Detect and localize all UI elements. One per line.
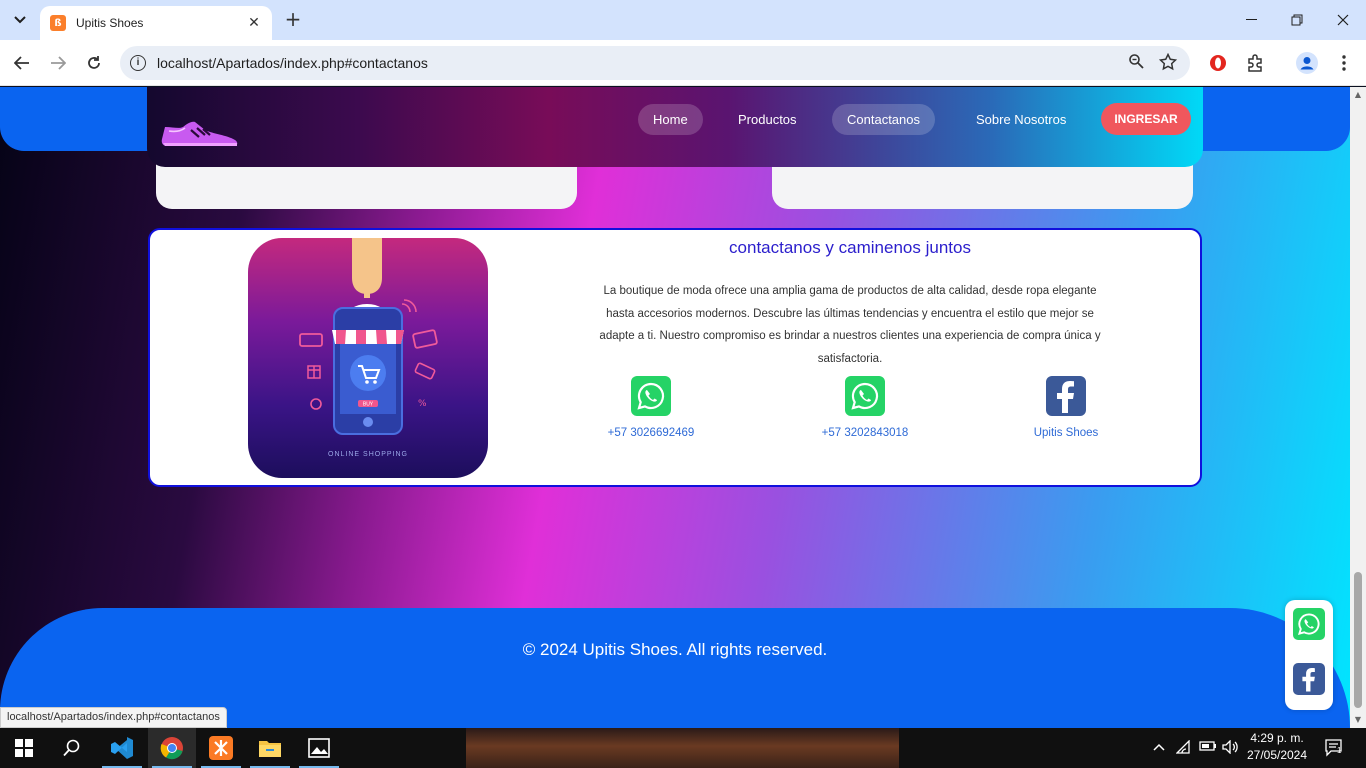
- contact-section: BUY % ONLINE SHOPPING contactanos y cami…: [148, 228, 1202, 487]
- whatsapp-float-icon[interactable]: [1293, 608, 1325, 640]
- restore-icon[interactable]: [1274, 0, 1320, 40]
- nav-productos[interactable]: Productos: [723, 104, 812, 135]
- network-icon[interactable]: [1175, 739, 1193, 756]
- file-explorer-icon[interactable]: [246, 728, 294, 768]
- search-icon[interactable]: [48, 728, 96, 768]
- notification-center-icon[interactable]: 1: [1325, 739, 1343, 757]
- url-text[interactable]: localhost/Apartados/index.php#contactano…: [157, 55, 428, 71]
- minimize-icon[interactable]: [1228, 0, 1274, 40]
- nav-contactanos[interactable]: Contactanos: [832, 104, 935, 135]
- contact-title: contactanos y caminenos juntos: [729, 238, 971, 257]
- image-buy-label: BUY: [363, 402, 374, 408]
- windows-start-icon[interactable]: [0, 728, 48, 768]
- battery-icon[interactable]: [1199, 740, 1217, 756]
- whatsapp-number-2[interactable]: +57 3202843018: [822, 427, 909, 439]
- tab-favicon: ß: [50, 15, 66, 31]
- facebook-float-icon[interactable]: [1293, 663, 1325, 695]
- nav-sobre-nosotros[interactable]: Sobre Nosotros: [961, 104, 1081, 135]
- floating-social-bar: [1285, 600, 1333, 710]
- chrome-icon[interactable]: [148, 728, 196, 768]
- windows-taskbar: 4:29 p. m. 27/05/2024 1: [0, 728, 1366, 768]
- ingresar-button[interactable]: INGRESAR: [1101, 103, 1191, 135]
- address-bar[interactable]: i localhost/Apartados/index.php#contacta…: [120, 46, 1190, 80]
- zoom-icon[interactable]: [1126, 53, 1146, 73]
- copyright-text: © 2024 Upitis Shoes. All rights reserved…: [522, 640, 828, 659]
- svg-text:%: %: [418, 399, 427, 409]
- reload-icon[interactable]: [81, 50, 107, 76]
- clock-date: 27/05/2024: [1246, 748, 1308, 762]
- whatsapp-number-1[interactable]: +57 3026692469: [608, 427, 695, 439]
- page-scrollbar[interactable]: ▲ ▼: [1350, 87, 1366, 728]
- contact-description: La boutique de moda ofrece una amplia ga…: [599, 285, 1101, 365]
- extensions-icon[interactable]: [1244, 52, 1266, 74]
- vscode-icon[interactable]: [98, 728, 146, 768]
- browser-tab[interactable]: ß Upitis Shoes ✕: [40, 6, 272, 40]
- taskbar-wallpaper-preview: [466, 728, 899, 768]
- close-icon[interactable]: ✕: [246, 15, 262, 31]
- status-bar-url: localhost/Apartados/index.php#contactano…: [0, 707, 227, 728]
- site-info-icon[interactable]: i: [130, 55, 146, 71]
- facebook-contact[interactable]: Upitis Shoes: [1001, 376, 1131, 440]
- scroll-up-icon[interactable]: ▲: [1350, 87, 1366, 103]
- whatsapp-contact-1[interactable]: +57 3026692469: [586, 376, 716, 440]
- forward-icon[interactable]: [45, 50, 71, 76]
- back-icon[interactable]: [9, 50, 35, 76]
- online-shopping-illustration: BUY % ONLINE SHOPPING: [248, 238, 488, 478]
- page-viewport: Home Productos Contactanos Sobre Nosotro…: [0, 87, 1350, 728]
- close-window-icon[interactable]: [1320, 0, 1366, 40]
- tab-list-icon[interactable]: [8, 8, 32, 32]
- browser-tab-strip: ß Upitis Shoes ✕ +: [0, 0, 1366, 40]
- shoe-logo-icon[interactable]: [161, 117, 241, 153]
- chevron-up-icon[interactable]: [1150, 740, 1168, 756]
- star-icon[interactable]: [1158, 52, 1178, 73]
- more-menu-icon[interactable]: [1333, 52, 1355, 74]
- profile-icon[interactable]: [1296, 52, 1318, 74]
- whatsapp-contact-2[interactable]: +57 3202843018: [800, 376, 930, 440]
- scroll-thumb[interactable]: [1354, 572, 1362, 708]
- xampp-icon[interactable]: [197, 728, 245, 768]
- taskbar-clock[interactable]: 4:29 p. m. 27/05/2024: [1244, 730, 1310, 764]
- clock-time: 4:29 p. m.: [1250, 731, 1304, 745]
- facebook-icon[interactable]: [1046, 376, 1086, 416]
- image-caption: ONLINE SHOPPING: [328, 451, 408, 458]
- whatsapp-icon[interactable]: [631, 376, 671, 416]
- plus-icon[interactable]: +: [282, 9, 304, 31]
- browser-toolbar: i localhost/Apartados/index.php#contacta…: [0, 40, 1366, 86]
- volume-icon[interactable]: [1222, 739, 1240, 756]
- whatsapp-icon[interactable]: [845, 376, 885, 416]
- nav-home[interactable]: Home: [638, 104, 703, 135]
- opera-extension-icon[interactable]: [1207, 52, 1229, 74]
- photos-icon[interactable]: [295, 728, 343, 768]
- scroll-down-icon[interactable]: ▼: [1350, 712, 1366, 728]
- facebook-link[interactable]: Upitis Shoes: [1034, 427, 1099, 439]
- tab-title: Upitis Shoes: [76, 16, 144, 30]
- notification-count: 1: [1337, 746, 1342, 755]
- site-navbar: Home Productos Contactanos Sobre Nosotro…: [147, 87, 1203, 167]
